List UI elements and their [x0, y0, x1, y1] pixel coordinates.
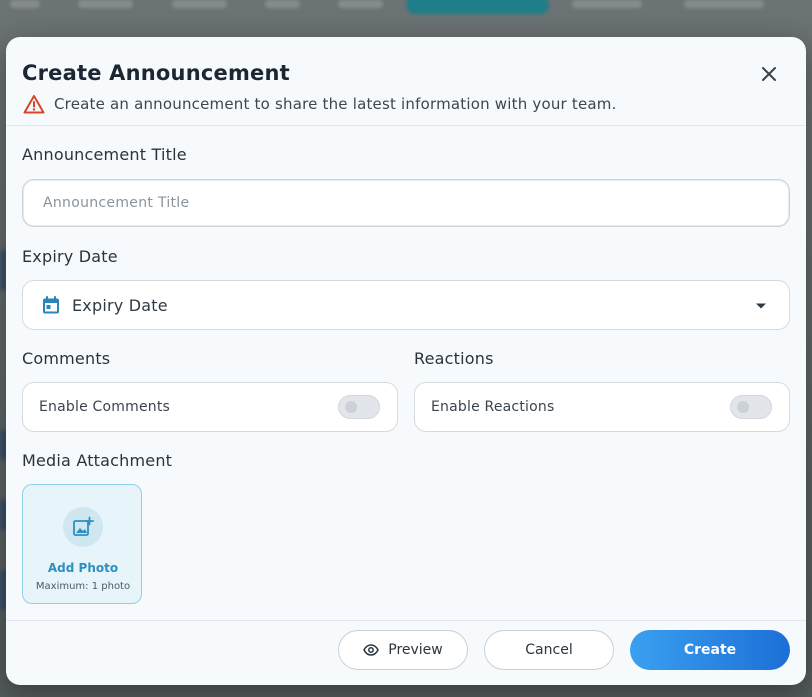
enable-reactions-label: Enable Reactions	[431, 399, 555, 415]
enable-reactions-toggle[interactable]	[730, 395, 772, 419]
announcement-title-input[interactable]	[22, 179, 790, 227]
preview-button[interactable]: Preview	[338, 630, 468, 670]
enable-comments-label: Enable Comments	[39, 399, 171, 415]
expiry-date-label: Expiry Date	[22, 247, 118, 266]
modal-subtitle: Create an announcement to share the late…	[54, 95, 617, 113]
add-photo-icon	[73, 516, 94, 536]
modal-header: Create Announcement Create an announceme…	[6, 37, 806, 126]
create-announcement-modal: Create Announcement Create an announceme…	[6, 37, 806, 685]
toggle-knob	[737, 401, 749, 413]
close-button[interactable]	[758, 63, 780, 85]
add-photo-icon-wrap	[63, 507, 103, 547]
cancel-button[interactable]: Cancel	[484, 630, 614, 670]
comments-toggle-card: Enable Comments	[22, 382, 398, 432]
eye-icon	[363, 644, 380, 656]
reactions-toggle-card: Enable Reactions	[414, 382, 790, 432]
modal-title: Create Announcement	[22, 61, 290, 85]
expiry-date-value: Expiry Date	[72, 295, 168, 315]
close-icon	[762, 67, 776, 81]
modal-footer: Preview Cancel Create	[6, 620, 806, 685]
add-photo-label: Add Photo	[47, 561, 119, 575]
media-attachment-label: Media Attachment	[22, 451, 173, 470]
calendar-icon	[43, 296, 59, 314]
toggle-knob	[345, 401, 357, 413]
expiry-date-select[interactable]: Expiry Date	[22, 280, 790, 330]
preview-label: Preview	[388, 642, 443, 658]
add-photo-button[interactable]: Add Photo Maximum: 1 photo	[22, 484, 142, 604]
modal-subtitle-row: Create an announcement to share the late…	[23, 94, 617, 114]
enable-comments-toggle[interactable]	[338, 395, 380, 419]
reactions-label: Reactions	[414, 349, 494, 368]
caret-down-icon	[756, 303, 766, 309]
create-button[interactable]: Create	[630, 630, 790, 670]
background-tabs	[0, 0, 812, 22]
announcement-title-label: Announcement Title	[22, 145, 187, 164]
add-photo-hint: Maximum: 1 photo	[35, 581, 131, 592]
warning-icon	[23, 95, 45, 114]
comments-label: Comments	[22, 349, 111, 368]
